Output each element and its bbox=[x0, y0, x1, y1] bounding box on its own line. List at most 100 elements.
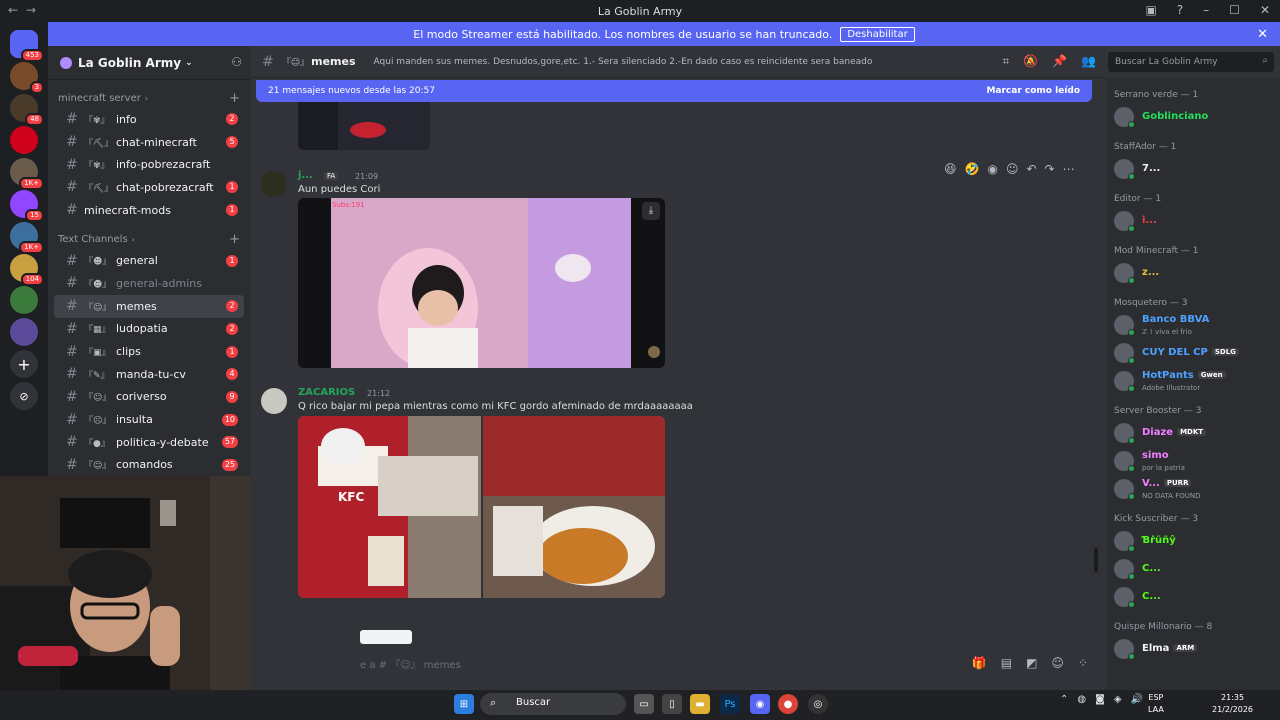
reply-icon[interactable]: ↶ bbox=[1026, 162, 1036, 176]
members-icon[interactable]: 👥 bbox=[1081, 54, 1096, 69]
windows-start-icon[interactable]: ⊞ bbox=[454, 694, 474, 714]
more-icon[interactable]: ⋯ bbox=[1063, 162, 1075, 176]
message-composer[interactable]: e a # 『☺』 memes 🎁 ▤ ◩ ☺ ⁘ bbox=[360, 650, 1096, 676]
member-item[interactable]: 7... bbox=[1114, 158, 1274, 182]
guild-9-icon[interactable] bbox=[10, 318, 38, 346]
channel-item[interactable]: # 『✾』 info 2 bbox=[54, 108, 244, 131]
member-item[interactable]: Diaze MDKT bbox=[1114, 422, 1274, 446]
guild-2-icon[interactable]: 48 bbox=[10, 94, 44, 126]
channel-item[interactable]: # 『☺』 coriverso 9 bbox=[54, 386, 244, 409]
channel-item[interactable]: # 『⛏』 chat-pobrezacraft 1 bbox=[54, 176, 244, 199]
chat-scrollbar[interactable] bbox=[1094, 548, 1098, 572]
tray-app-icon[interactable]: ◈ bbox=[1114, 694, 1122, 705]
guild-8-icon[interactable] bbox=[10, 286, 38, 314]
member-item[interactable]: i... bbox=[1114, 210, 1274, 234]
add-server-icon[interactable]: + bbox=[10, 350, 38, 378]
help-icon[interactable]: ? bbox=[1177, 3, 1183, 17]
channel-topic[interactable]: Aqui manden sus memes. Desnudos,gore,etc… bbox=[374, 57, 873, 67]
channel-item[interactable]: # 『☺』 memes 2 bbox=[54, 294, 244, 318]
message-image[interactable] bbox=[483, 416, 665, 598]
chevron-up-icon[interactable]: ⌃ bbox=[1060, 694, 1068, 705]
message-author[interactable]: ZACARIOS bbox=[298, 387, 355, 398]
message-author[interactable]: j... bbox=[298, 170, 313, 181]
apps-icon[interactable]: ⁘ bbox=[1078, 656, 1088, 670]
channel-item[interactable]: # 『▣』 clips 1 bbox=[54, 340, 244, 363]
sticker-icon[interactable]: ◩ bbox=[1026, 656, 1037, 670]
member-item[interactable]: HotPants Gwen Adobe Illustrator bbox=[1114, 370, 1274, 394]
window-controls[interactable]: ▣ ? – ☐ ✕ bbox=[1145, 3, 1270, 17]
member-item[interactable]: Ɓṙüñŷ bbox=[1114, 530, 1274, 554]
channel-item[interactable]: # 『☺』 comandos 25 bbox=[54, 454, 244, 476]
file-explorer-icon[interactable]: ▬ bbox=[690, 694, 710, 714]
disable-streamer-button[interactable]: Deshabilitar bbox=[840, 26, 915, 42]
inbox-icon[interactable]: ▣ bbox=[1145, 3, 1156, 17]
channel-item[interactable]: # 『☻』 general 1 bbox=[54, 249, 244, 272]
channel-item[interactable]: # 『✎』 manda-tu-cv 4 bbox=[54, 363, 244, 386]
notification-bell-icon[interactable]: 🔕 bbox=[1023, 54, 1038, 69]
download-icon[interactable]: ⤓ bbox=[642, 202, 660, 220]
minimize-icon[interactable]: – bbox=[1203, 3, 1209, 17]
channel-category[interactable]: Text Channels › + bbox=[48, 229, 250, 249]
reaction-rofl-icon[interactable]: 🤣 bbox=[965, 162, 980, 176]
new-messages-bar[interactable]: 21 mensajes nuevos desde las 20:57 Marca… bbox=[256, 80, 1092, 102]
channel-item[interactable]: # minecraft-mods 1 bbox=[54, 199, 244, 222]
add-friend-icon[interactable]: ⚇ bbox=[231, 55, 242, 69]
create-channel-icon[interactable]: + bbox=[229, 91, 240, 106]
threads-icon[interactable]: ⌗ bbox=[1002, 54, 1009, 69]
pin-icon[interactable]: 📌 bbox=[1052, 54, 1067, 69]
member-item[interactable]: simo por la patria bbox=[1114, 450, 1274, 474]
gif-icon[interactable]: ▤ bbox=[1001, 656, 1012, 670]
guild-7-icon[interactable]: 104 bbox=[10, 254, 44, 286]
message-image[interactable]: KFC bbox=[298, 416, 481, 598]
emoji-icon[interactable]: ☺ bbox=[1051, 656, 1064, 670]
taskbar-search[interactable]: ⌕ Buscar bbox=[480, 693, 626, 715]
guild-3-icon[interactable] bbox=[10, 126, 38, 154]
guild-1-icon[interactable]: 3 bbox=[10, 62, 44, 94]
gift-icon[interactable]: 🎁 bbox=[972, 656, 987, 670]
reaction-laugh-icon[interactable]: 😆 bbox=[944, 162, 957, 176]
avatar[interactable] bbox=[261, 388, 287, 414]
search-input[interactable]: Buscar La Goblin Army ⌕ bbox=[1108, 52, 1274, 72]
maximize-icon[interactable]: ☐ bbox=[1229, 3, 1240, 17]
create-channel-icon[interactable]: + bbox=[229, 232, 240, 247]
channel-item[interactable]: # 『☻』 general-admins bbox=[54, 272, 244, 295]
forward-icon[interactable]: ↷ bbox=[1045, 162, 1055, 176]
channel-item[interactable]: # 『☹』 insulta 10 bbox=[54, 408, 244, 431]
member-item[interactable]: Banco BBVA ℤ ⌇ viva el frio bbox=[1114, 314, 1274, 338]
discord-logo-icon[interactable]: 453 bbox=[10, 30, 44, 62]
channel-item[interactable]: # 『▦』 ludopatia 2 bbox=[54, 318, 244, 341]
previous-image[interactable] bbox=[298, 102, 430, 150]
mark-as-read-button[interactable]: Marcar como leído bbox=[986, 86, 1080, 96]
tray-app-icon[interactable]: ◙ bbox=[1095, 694, 1105, 705]
channel-item[interactable]: # 『✾』 info-pobrezacraft bbox=[54, 153, 244, 176]
chrome-icon[interactable]: ● bbox=[778, 694, 798, 714]
discover-icon[interactable]: ⊘ bbox=[10, 382, 38, 410]
channel-category[interactable]: minecraft server › + bbox=[48, 88, 250, 108]
channel-item[interactable]: # 『⛏』 chat-minecraft 5 bbox=[54, 131, 244, 154]
guild-6-icon[interactable]: 1K+ bbox=[10, 222, 44, 254]
tray-app-icon[interactable]: ◍ bbox=[1077, 694, 1086, 705]
message-image[interactable]: Subs:191 ⤓ bbox=[298, 198, 665, 368]
avatar[interactable] bbox=[261, 171, 287, 197]
twitch-icon[interactable]: 15 bbox=[10, 190, 44, 222]
reaction-custom-icon[interactable]: ◉ bbox=[987, 162, 997, 176]
task-view-icon[interactable]: ▭ bbox=[634, 694, 654, 714]
app-icon[interactable]: ▯ bbox=[662, 694, 682, 714]
server-header[interactable]: La Goblin Army ⌄ ⚇ bbox=[48, 46, 250, 80]
member-item[interactable]: CUY DEL CP SDLG bbox=[1114, 342, 1274, 366]
add-reaction-icon[interactable]: ☺ bbox=[1006, 162, 1019, 176]
app-icon[interactable]: ◎ bbox=[808, 694, 828, 714]
close-icon[interactable]: ✕ bbox=[1257, 27, 1268, 42]
language-indicator[interactable]: ESP LAA bbox=[1148, 692, 1164, 716]
discord-taskbar-icon[interactable]: ◉ bbox=[750, 694, 770, 714]
channel-item[interactable]: # 『●』 politica-y-debate 57 bbox=[54, 431, 244, 454]
member-item[interactable]: z... bbox=[1114, 262, 1274, 286]
member-item[interactable]: Elma ARM bbox=[1114, 638, 1274, 662]
member-item[interactable]: C... bbox=[1114, 586, 1274, 610]
close-window-icon[interactable]: ✕ bbox=[1260, 3, 1270, 17]
volume-icon[interactable]: 🔊 bbox=[1131, 694, 1143, 705]
photoshop-icon[interactable]: Ps bbox=[720, 694, 740, 714]
member-item[interactable]: V... PURR NO DATA FOUND bbox=[1114, 478, 1274, 502]
guild-4-icon[interactable]: 1K+ bbox=[10, 158, 44, 190]
member-item[interactable]: C... bbox=[1114, 558, 1274, 582]
